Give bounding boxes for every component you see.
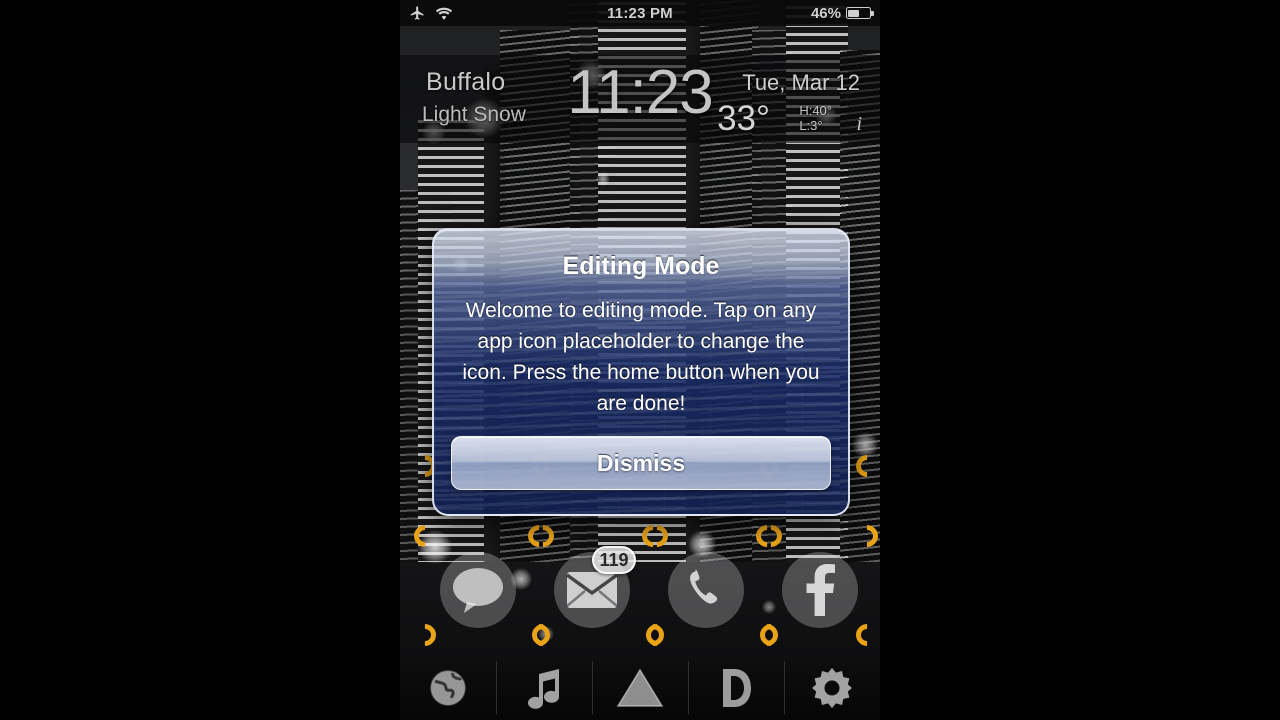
dock-item-settings[interactable] [784,655,880,720]
app-icon-messages[interactable] [440,552,516,628]
gear-icon [812,667,852,708]
status-bar-left [400,5,558,21]
music-note-icon [528,668,559,709]
status-bar-clock: 11:23 PM [607,4,673,22]
airplane-icon [410,6,424,20]
app-icon-mail[interactable]: 119 [554,546,636,628]
app-icon-row: 119 [400,540,880,640]
status-bar: 11:23 PM 46% [400,0,880,26]
dialog-title: Editing Mode [562,252,720,280]
battery-icon [845,7,874,19]
envelope-icon [566,572,618,608]
app-icon-phone[interactable] [668,552,744,628]
weather-info-button[interactable]: i [856,113,862,136]
wifi-icon [435,7,453,20]
dismiss-button[interactable]: Dismiss [451,436,831,490]
dock [400,655,880,720]
weather-high: H:40° [799,103,832,118]
mail-unread-badge: 119 [592,546,636,574]
dialog-message: Welcome to editing mode. Tap on any app … [462,299,820,415]
dock-item-triangle-app[interactable] [592,655,688,720]
status-bar-right: 46% [722,5,880,22]
weather-low: L:3° [799,118,823,133]
phone-handset-icon [690,569,718,604]
triangle-icon [616,668,664,707]
dock-item-browser[interactable] [400,655,496,720]
weather-clock-widget: Buffalo Light Snow 11:23 Tue, Mar 12 33°… [400,55,880,143]
phone-screen: 11:23 PM 46% Buffalo Light Snow 11:23 Tu… [400,0,880,720]
weather-high-low: H:40° L:3° [799,103,832,133]
battery-percent-label: 46% [810,4,841,22]
letter-d-icon [723,668,751,707]
facebook-f-icon [806,564,835,616]
app-icon-facebook[interactable] [782,552,858,628]
dock-item-music[interactable] [496,655,592,720]
lockscreen-date: Tue, Mar 12 [742,70,860,95]
weather-temperature: 33° [717,99,770,138]
screenshot-stage: 11:23 PM 46% Buffalo Light Snow 11:23 Tu… [0,0,1280,720]
speech-bubble-icon [453,568,503,613]
dock-item-dropbox[interactable] [688,655,784,720]
globe-icon [430,669,466,706]
editing-mode-dialog: Editing Mode Welcome to editing mode. Ta… [432,228,850,516]
